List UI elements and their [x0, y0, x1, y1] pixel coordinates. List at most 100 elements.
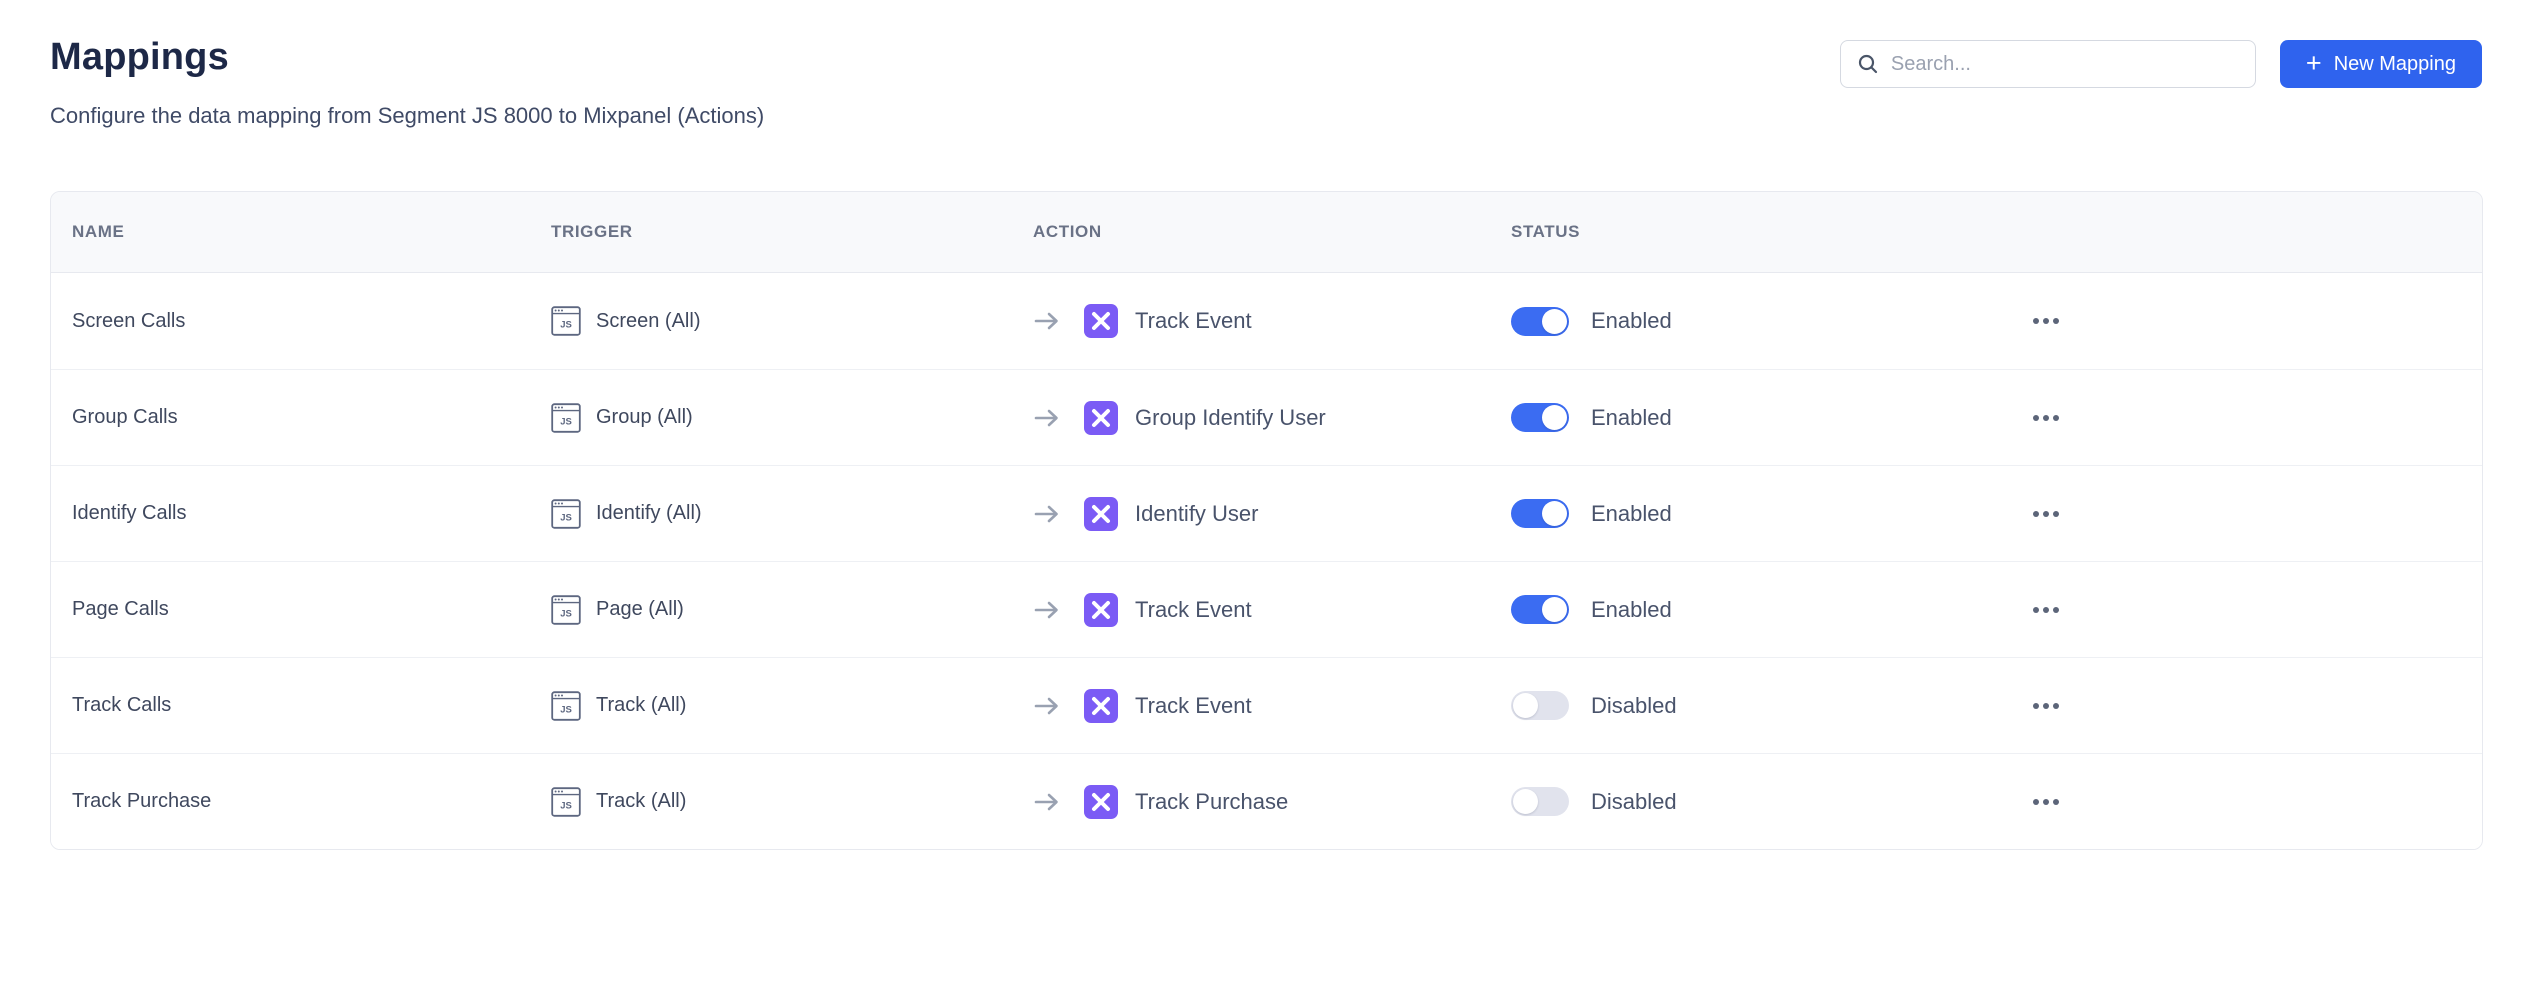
- trigger-label: Track (All): [596, 790, 686, 813]
- table-row: Screen Calls JS Screen (All): [51, 273, 2482, 369]
- row-menu-button[interactable]: [2031, 409, 2061, 427]
- mapping-name: Track Calls: [72, 694, 171, 717]
- page-subtitle: Configure the data mapping from Segment …: [50, 103, 2482, 129]
- action-label: Group Identify User: [1135, 405, 1326, 431]
- menu-cell: [2031, 601, 2482, 619]
- arrow-right-icon: [1033, 503, 1061, 525]
- svg-text:JS: JS: [560, 800, 572, 811]
- trigger-label: Screen (All): [596, 310, 700, 333]
- column-header-trigger: TRIGGER: [551, 222, 1033, 242]
- trigger-label: Track (All): [596, 694, 686, 717]
- trigger-cell: JS Group (All): [551, 403, 1033, 433]
- js-source-icon: JS: [551, 306, 581, 336]
- svg-text:JS: JS: [560, 320, 572, 331]
- new-mapping-label: New Mapping: [2334, 53, 2456, 76]
- toggle-knob: [1542, 405, 1567, 430]
- action-cell: Track Event: [1033, 689, 1511, 723]
- status-label: Enabled: [1591, 405, 1672, 431]
- search-box: [1840, 40, 2256, 88]
- mappings-page: Mappings Configure the data mapping from…: [0, 0, 2532, 1004]
- action-cell: Group Identify User: [1033, 401, 1511, 435]
- menu-cell: [2031, 697, 2482, 715]
- mixpanel-icon: [1084, 401, 1118, 435]
- action-label: Track Event: [1135, 597, 1252, 623]
- action-label: Track Event: [1135, 693, 1252, 719]
- menu-cell: [2031, 793, 2482, 811]
- svg-text:JS: JS: [560, 608, 572, 619]
- column-header-name: NAME: [51, 222, 551, 242]
- top-controls: + New Mapping: [1840, 40, 2482, 88]
- row-menu-button[interactable]: [2031, 312, 2061, 330]
- table-body: Screen Calls JS Screen (All): [51, 273, 2482, 849]
- toggle-knob: [1542, 501, 1567, 526]
- status-label: Disabled: [1591, 789, 1677, 815]
- table-header-row: NAME TRIGGER ACTION STATUS: [51, 192, 2482, 273]
- new-mapping-button[interactable]: + New Mapping: [2280, 40, 2482, 88]
- table-row: Page Calls JS Page (All): [51, 561, 2482, 657]
- status-label: Enabled: [1591, 597, 1672, 623]
- arrow-right-icon: [1033, 407, 1061, 429]
- status-label: Enabled: [1591, 501, 1672, 527]
- menu-cell: [2031, 409, 2482, 427]
- mapping-name: Identify Calls: [72, 502, 187, 525]
- name-cell: Identify Calls: [51, 502, 551, 525]
- row-menu-button[interactable]: [2031, 601, 2061, 619]
- trigger-cell: JS Identify (All): [551, 499, 1033, 529]
- status-cell: Enabled: [1511, 499, 2031, 528]
- name-cell: Track Calls: [51, 694, 551, 717]
- toggle-knob: [1542, 309, 1567, 334]
- row-menu-button[interactable]: [2031, 793, 2061, 811]
- status-toggle[interactable]: [1511, 403, 1569, 432]
- search-icon: [1857, 53, 1879, 75]
- table-row: Track Purchase JS Track (All): [51, 753, 2482, 849]
- search-input[interactable]: [1891, 53, 2239, 76]
- trigger-cell: JS Track (All): [551, 691, 1033, 721]
- svg-text:JS: JS: [560, 512, 572, 523]
- status-toggle[interactable]: [1511, 595, 1569, 624]
- action-cell: Track Event: [1033, 593, 1511, 627]
- mapping-name: Screen Calls: [72, 310, 185, 333]
- mixpanel-icon: [1084, 304, 1118, 338]
- status-label: Disabled: [1591, 693, 1677, 719]
- arrow-right-icon: [1033, 599, 1061, 621]
- toggle-knob: [1513, 693, 1538, 718]
- js-source-icon: JS: [551, 691, 581, 721]
- arrow-right-icon: [1033, 791, 1061, 813]
- status-toggle[interactable]: [1511, 307, 1569, 336]
- menu-cell: [2031, 505, 2482, 523]
- name-cell: Page Calls: [51, 598, 551, 621]
- mixpanel-icon: [1084, 785, 1118, 819]
- trigger-label: Identify (All): [596, 502, 702, 525]
- name-cell: Group Calls: [51, 406, 551, 429]
- mappings-table: NAME TRIGGER ACTION STATUS Screen Calls …: [50, 191, 2483, 850]
- mixpanel-icon: [1084, 593, 1118, 627]
- mixpanel-icon: [1084, 497, 1118, 531]
- menu-cell: [2031, 312, 2482, 330]
- trigger-label: Group (All): [596, 406, 693, 429]
- toggle-knob: [1513, 789, 1538, 814]
- table-row: Track Calls JS Track (All): [51, 657, 2482, 753]
- status-label: Enabled: [1591, 308, 1672, 334]
- action-label: Track Purchase: [1135, 789, 1288, 815]
- status-cell: Enabled: [1511, 403, 2031, 432]
- mapping-name: Page Calls: [72, 598, 169, 621]
- toggle-knob: [1542, 597, 1567, 622]
- mapping-name: Group Calls: [72, 406, 178, 429]
- status-toggle[interactable]: [1511, 691, 1569, 720]
- row-menu-button[interactable]: [2031, 505, 2061, 523]
- table-row: Identify Calls JS Identify (All): [51, 465, 2482, 561]
- column-header-status: STATUS: [1511, 222, 2031, 242]
- status-cell: Enabled: [1511, 307, 2031, 336]
- name-cell: Screen Calls: [51, 310, 551, 333]
- action-cell: Track Purchase: [1033, 785, 1511, 819]
- status-cell: Enabled: [1511, 595, 2031, 624]
- name-cell: Track Purchase: [51, 790, 551, 813]
- plus-icon: +: [2306, 50, 2322, 77]
- row-menu-button[interactable]: [2031, 697, 2061, 715]
- status-toggle[interactable]: [1511, 499, 1569, 528]
- status-toggle[interactable]: [1511, 787, 1569, 816]
- column-header-action: ACTION: [1033, 222, 1511, 242]
- status-cell: Disabled: [1511, 787, 2031, 816]
- mapping-name: Track Purchase: [72, 790, 211, 813]
- trigger-cell: JS Page (All): [551, 595, 1033, 625]
